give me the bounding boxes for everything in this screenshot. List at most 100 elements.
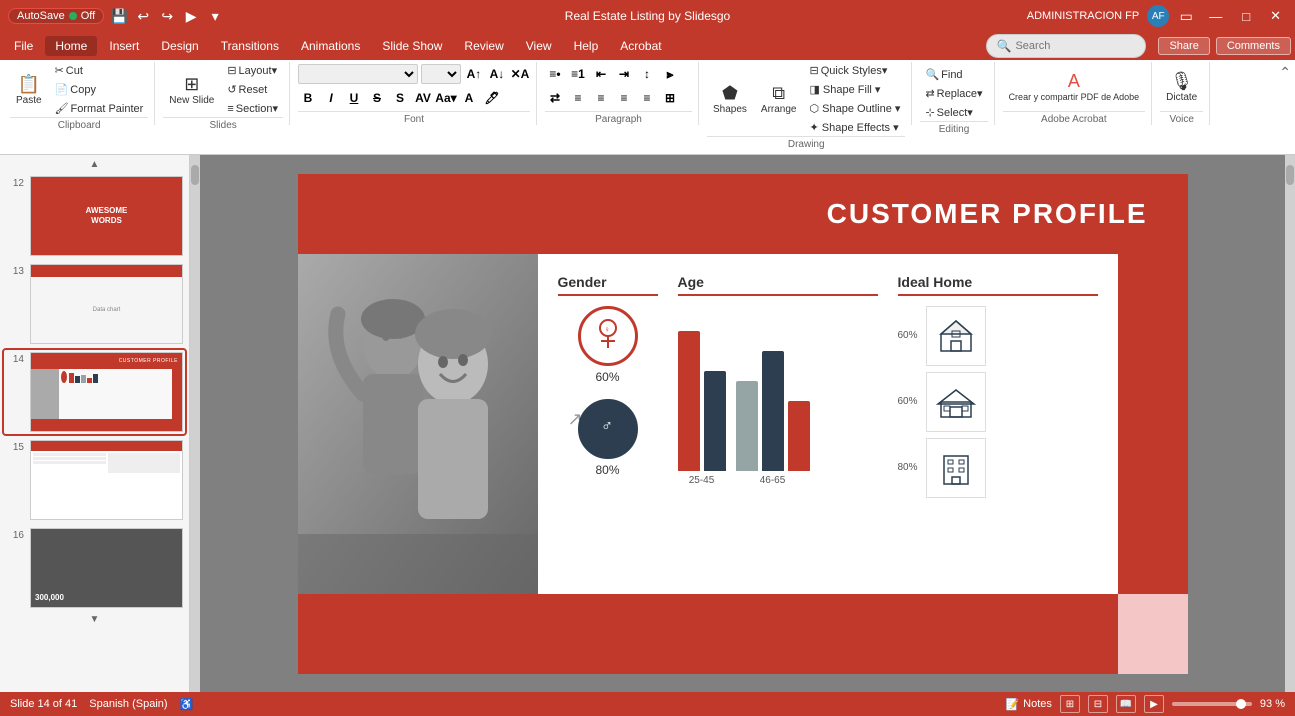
increase-indent-button[interactable]: ⇥ bbox=[614, 64, 634, 84]
menu-design[interactable]: Design bbox=[151, 36, 208, 56]
close-button[interactable]: ✕ bbox=[1264, 8, 1287, 24]
cut-button[interactable]: ✂ Cut bbox=[50, 62, 149, 79]
change-case-button[interactable]: Aa▾ bbox=[436, 88, 456, 108]
menu-insert[interactable]: Insert bbox=[99, 36, 149, 56]
shape-outline-button[interactable]: ⬡ Shape Outline ▾ bbox=[804, 100, 905, 117]
text-direction-button[interactable]: ⇄ bbox=[545, 88, 565, 108]
menu-slideshow[interactable]: Slide Show bbox=[372, 36, 452, 56]
home-pct-1: 60% bbox=[898, 330, 918, 341]
layout-button[interactable]: ⊟ Layout ▾ bbox=[222, 62, 283, 79]
slide-thumb-13[interactable]: 13 Data chart bbox=[4, 262, 185, 346]
menu-home[interactable]: Home bbox=[45, 36, 97, 56]
font-family-select[interactable] bbox=[298, 64, 418, 84]
undo-icon[interactable]: ↩ bbox=[134, 7, 152, 25]
zoom-slider[interactable] bbox=[1172, 702, 1252, 706]
new-slide-button[interactable]: ⊞ New Slide bbox=[163, 68, 220, 112]
shape-fill-button[interactable]: ◨ Shape Fill ▾ bbox=[804, 81, 905, 98]
char-spacing-button[interactable]: AV bbox=[413, 88, 433, 108]
menu-acrobat[interactable]: Acrobat bbox=[610, 36, 671, 56]
italic-button[interactable]: I bbox=[321, 88, 341, 108]
bar-label-2: 46-65 bbox=[760, 475, 786, 486]
maximize-button[interactable]: □ bbox=[1236, 9, 1256, 24]
reading-view-button[interactable]: 📖 bbox=[1116, 695, 1136, 713]
align-center-button[interactable]: ≡ bbox=[591, 88, 611, 108]
reset-button[interactable]: ↺ Reset bbox=[222, 81, 283, 98]
shape-effects-button[interactable]: ✦ Shape Effects ▾ bbox=[804, 119, 905, 136]
strikethrough-button[interactable]: S bbox=[367, 88, 387, 108]
present-icon[interactable]: ▶ bbox=[182, 7, 200, 25]
slideshow-button[interactable]: ▶ bbox=[1144, 695, 1164, 713]
font-size-select[interactable] bbox=[421, 64, 461, 84]
notes-button[interactable]: 📝 Notes bbox=[1005, 698, 1051, 711]
menu-help[interactable]: Help bbox=[564, 36, 609, 56]
copy-button[interactable]: 📄 Copy bbox=[50, 81, 149, 98]
right-scrollbar[interactable] bbox=[1285, 155, 1295, 692]
slide-thumb-14[interactable]: 14 CUSTOMER PROFILE bbox=[4, 350, 185, 434]
quick-styles-button[interactable]: ⊟ Quick Styles ▾ bbox=[804, 62, 905, 79]
dictate-button[interactable]: 🎙 Dictate bbox=[1160, 65, 1203, 109]
menu-animations[interactable]: Animations bbox=[291, 36, 370, 56]
columns-button[interactable]: ⫸ bbox=[660, 64, 680, 84]
clear-format-button[interactable]: ✕A bbox=[510, 64, 530, 84]
adobe-create-button[interactable]: A Crear y compartir PDF de Adobe bbox=[1003, 65, 1146, 109]
scroll-up-button[interactable]: ▲ bbox=[4, 159, 185, 170]
align-left-button[interactable]: ≡ bbox=[568, 88, 588, 108]
customize-icon[interactable]: ▾ bbox=[206, 7, 224, 25]
decrease-indent-button[interactable]: ⇤ bbox=[591, 64, 611, 84]
shapes-button[interactable]: ⬟ Shapes bbox=[707, 77, 753, 121]
arrange-button[interactable]: ⧉ Arrange bbox=[755, 77, 803, 121]
underline-button[interactable]: U bbox=[344, 88, 364, 108]
gender-section: Gender ♀ bbox=[558, 274, 658, 574]
left-scrollbar[interactable] bbox=[190, 155, 200, 692]
bar-1-orange bbox=[678, 331, 700, 471]
number-list-button[interactable]: ≡1 bbox=[568, 64, 588, 84]
scroll-down-button[interactable]: ▼ bbox=[4, 614, 185, 625]
slide-num-12: 12 bbox=[6, 176, 24, 189]
minimize-button[interactable]: — bbox=[1203, 9, 1228, 24]
save-icon[interactable]: 💾 bbox=[110, 7, 128, 25]
section-button[interactable]: ≡ Section ▾ bbox=[222, 100, 283, 117]
slide-thumb-16[interactable]: 16 300,000 bbox=[4, 526, 185, 610]
highlight-button[interactable]: 🖊 bbox=[482, 88, 502, 108]
slide-sorter-button[interactable]: ⊟ bbox=[1088, 695, 1108, 713]
menu-view[interactable]: View bbox=[516, 36, 562, 56]
menu-review[interactable]: Review bbox=[454, 36, 513, 56]
select-button[interactable]: ⊹ Select ▾ bbox=[920, 104, 987, 121]
line-spacing-button[interactable]: ↕ bbox=[637, 64, 657, 84]
justify-button[interactable]: ≡ bbox=[637, 88, 657, 108]
increase-font-button[interactable]: A↑ bbox=[464, 64, 484, 84]
normal-view-button[interactable]: ⊞ bbox=[1060, 695, 1080, 713]
slide-thumb-15[interactable]: 15 bbox=[4, 438, 185, 522]
font-color-button[interactable]: A bbox=[459, 88, 479, 108]
redo-icon[interactable]: ↪ bbox=[158, 7, 176, 25]
align-right-button[interactable]: ≡ bbox=[614, 88, 634, 108]
zoom-thumb[interactable] bbox=[1236, 699, 1246, 709]
share-button[interactable]: Share bbox=[1158, 37, 1209, 55]
paste-button[interactable]: 📋 Paste bbox=[10, 68, 48, 112]
slide-thumb-12[interactable]: 12 AWESOMEWORDS bbox=[4, 174, 185, 258]
find-button[interactable]: 🔍 Find bbox=[920, 66, 987, 83]
right-scroll-thumb[interactable] bbox=[1286, 165, 1294, 185]
decrease-font-button[interactable]: A↓ bbox=[487, 64, 507, 84]
text-columns-button[interactable]: ⊞ bbox=[660, 88, 680, 108]
menu-transitions[interactable]: Transitions bbox=[211, 36, 289, 56]
male-pct: 80% bbox=[595, 463, 619, 477]
ribbon-display-icon[interactable]: ▭ bbox=[1177, 7, 1195, 25]
replace-button[interactable]: ⇄ Replace ▾ bbox=[920, 85, 987, 102]
search-bar[interactable]: 🔍 bbox=[986, 34, 1147, 58]
menu-file[interactable]: File bbox=[4, 36, 43, 56]
slide-panel[interactable]: ▲ 12 AWESOMEWORDS 13 Data chart bbox=[0, 155, 190, 692]
ribbon-collapse-button[interactable]: ⌃ bbox=[1279, 64, 1291, 81]
slide-num-14: 14 bbox=[6, 352, 24, 365]
shadow-button[interactable]: S bbox=[390, 88, 410, 108]
bold-button[interactable]: B bbox=[298, 88, 318, 108]
bullet-list-button[interactable]: ≡• bbox=[545, 64, 565, 84]
slide-num-15: 15 bbox=[6, 440, 24, 453]
left-scroll-thumb[interactable] bbox=[191, 165, 199, 185]
comments-button[interactable]: Comments bbox=[1216, 37, 1291, 55]
search-input[interactable] bbox=[1015, 40, 1135, 52]
format-painter-button[interactable]: 🖌 Format Painter bbox=[50, 100, 149, 117]
autosave-badge[interactable]: AutoSave Off bbox=[8, 8, 104, 24]
title-bar: AutoSave Off 💾 ↩ ↪ ▶ ▾ Real Estate Listi… bbox=[0, 0, 1295, 32]
home-pct-3: 80% bbox=[898, 462, 918, 473]
